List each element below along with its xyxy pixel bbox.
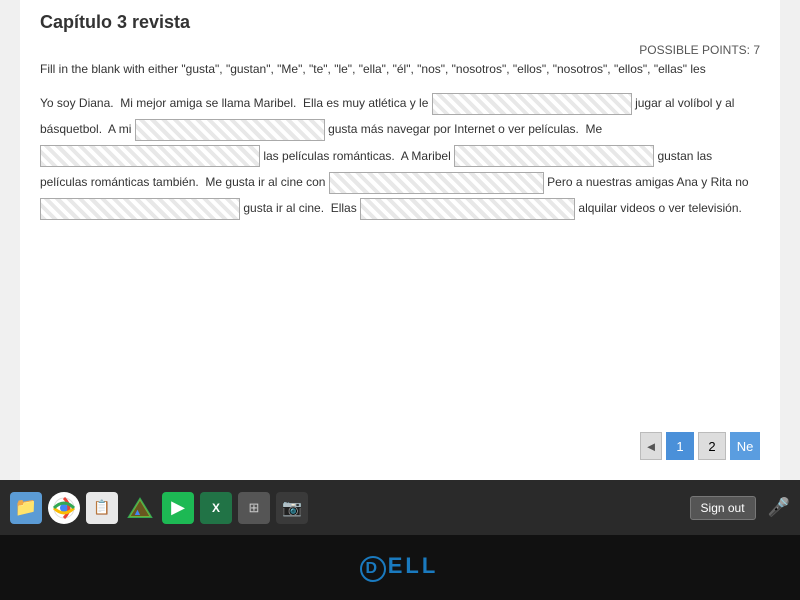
text-segment-4: las películas románticas. A Maribel — [263, 149, 454, 163]
taskbar-grid-icon[interactable]: ⊞ — [238, 492, 270, 524]
instructions: Fill in the blank with either "gusta", "… — [40, 61, 760, 78]
possible-points: POSSIBLE POINTS: 7 — [40, 43, 760, 57]
blank-3[interactable] — [40, 145, 260, 167]
taskbar-app2-icon[interactable]: 📋 — [86, 492, 118, 524]
screen-area: Capítulo 3 revista POSSIBLE POINTS: 7 Fi… — [0, 0, 800, 480]
taskbar-camera-icon[interactable]: 📷 — [276, 492, 308, 524]
microphone-icon[interactable]: 🎤 — [768, 497, 790, 518]
paper: Capítulo 3 revista POSSIBLE POINTS: 7 Fi… — [20, 0, 780, 480]
blank-4[interactable] — [454, 145, 654, 167]
taskbar-chrome-icon[interactable] — [48, 492, 80, 524]
pagination: ◄ 1 2 Ne — [640, 432, 760, 460]
text-segment-3: gusta más navegar por Internet o ver pel… — [328, 122, 602, 136]
taskbar-drive-icon[interactable]: ▲ — [124, 492, 156, 524]
blank-7[interactable] — [360, 198, 575, 220]
text-segment-8: alquilar videos o ver televisión. — [578, 201, 741, 215]
text-segment-1: Yo soy Diana. Mi mejor amiga se llama Ma… — [40, 96, 432, 110]
dell-logo: DELL — [360, 553, 441, 582]
page-2-button[interactable]: 2 — [698, 432, 726, 460]
taskbar-files-icon[interactable]: 📁 — [10, 492, 42, 524]
sign-out-button[interactable]: Sign out — [690, 496, 756, 520]
exercise-body: Yo soy Diana. Mi mejor amiga se llama Ma… — [40, 90, 760, 222]
text-segment-7: gusta ir al cine. Ellas — [243, 201, 360, 215]
taskbar: 📁 📋 ▲ ▶ X ⊞ 📷 Sign out 🎤 — [0, 480, 800, 535]
dell-bar: DELL — [0, 535, 800, 600]
chapter-title: Capítulo 3 revista — [40, 12, 760, 33]
blank-2[interactable] — [135, 119, 325, 141]
page-1-button[interactable]: 1 — [666, 432, 694, 460]
blank-6[interactable] — [40, 198, 240, 220]
text-segment-6: Pero a nuestras amigas Ana y Rita no — [547, 175, 748, 189]
taskbar-play-icon[interactable]: ▶ — [162, 492, 194, 524]
next-page-button[interactable]: Ne — [730, 432, 760, 460]
blank-5[interactable] — [329, 172, 544, 194]
svg-text:▲: ▲ — [133, 507, 142, 517]
taskbar-excel-icon[interactable]: X — [200, 492, 232, 524]
blank-1[interactable] — [432, 93, 632, 115]
prev-page-button[interactable]: ◄ — [640, 432, 662, 460]
